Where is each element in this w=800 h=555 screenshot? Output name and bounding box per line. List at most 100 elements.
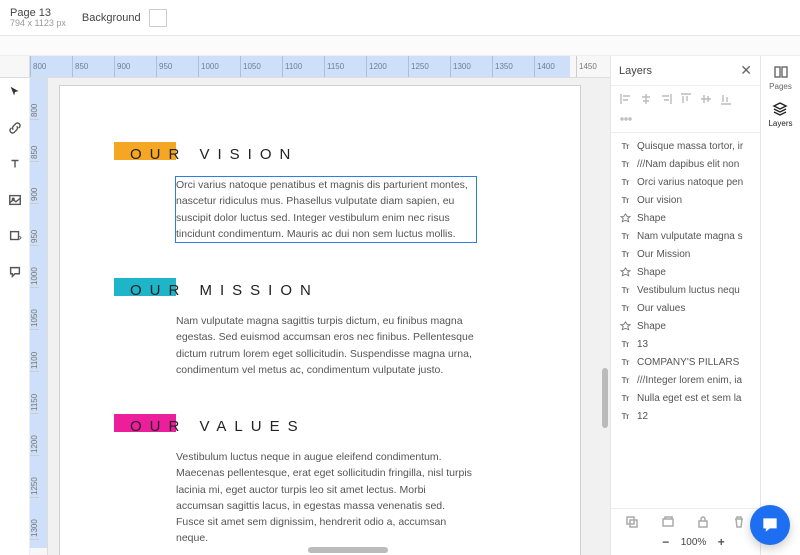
layer-item[interactable]: Tᴛ Nam vulputate magna s: [611, 227, 760, 245]
layer-item[interactable]: Shape: [611, 317, 760, 335]
group-icon[interactable]: [661, 515, 675, 529]
section-values[interactable]: OUR VALUES Vestibulum luctus neque in aug…: [130, 418, 510, 547]
layer-label: Shape: [637, 321, 666, 332]
background-label: Background: [82, 12, 141, 24]
ruler-tick: 1050: [30, 288, 39, 330]
canvas-vertical-scrollbar[interactable]: [602, 78, 608, 529]
background-color-swatch[interactable]: [149, 9, 167, 27]
zoom-in-button[interactable]: +: [714, 535, 728, 549]
zoom-out-button[interactable]: −: [659, 535, 673, 549]
rail-pages-label: Pages: [769, 82, 792, 91]
section-body-text[interactable]: Vestibulum luctus neque in augue eleifen…: [176, 449, 476, 547]
page-info: Page 13 794 x 1123 px: [10, 7, 66, 29]
close-panel-button[interactable]: ✕: [740, 62, 752, 79]
text-icon: Tᴛ: [619, 284, 631, 296]
align-left-icon[interactable]: [619, 92, 633, 106]
zoom-value[interactable]: 100%: [681, 537, 707, 548]
chat-fab[interactable]: [750, 505, 790, 545]
layer-item[interactable]: Tᴛ Vestibulum luctus nequ: [611, 281, 760, 299]
rail-pages[interactable]: Pages: [769, 64, 792, 91]
layer-label: Nulla eget est et sem la: [637, 393, 742, 404]
text-icon: Tᴛ: [619, 194, 631, 206]
link-tool[interactable]: [5, 118, 25, 138]
shape-tool[interactable]: [5, 226, 25, 246]
layer-label: 13: [637, 339, 648, 350]
section-vision[interactable]: OUR VISION Orci varius natoque penatibus …: [130, 146, 510, 242]
select-tool[interactable]: [5, 82, 25, 102]
canvas-horizontal-scrollbar[interactable]: [48, 547, 600, 553]
layer-label: Vestibulum luctus nequ: [637, 285, 740, 296]
shape-icon: [619, 266, 631, 278]
image-tool[interactable]: [5, 190, 25, 210]
layer-label: Orci varius natoque pen: [637, 177, 743, 188]
align-top-icon[interactable]: [679, 92, 693, 106]
page-document[interactable]: OUR VISION Orci varius natoque penatibus …: [60, 86, 580, 555]
layer-item[interactable]: TᴛOur Mission: [611, 245, 760, 263]
layer-item[interactable]: Shape: [611, 263, 760, 281]
layer-item[interactable]: Tᴛ///Nam dapibus elit non: [611, 155, 760, 173]
section-heading[interactable]: OUR MISSION: [130, 282, 510, 299]
canvas[interactable]: OUR VISION Orci varius natoque penatibus …: [48, 78, 610, 555]
text-icon: Tᴛ: [619, 302, 631, 314]
text-tool[interactable]: [5, 154, 25, 174]
layer-label: COMPANY'S PILLARS: [637, 357, 739, 368]
rail-layers-label: Layers: [768, 119, 792, 128]
align-center-v-icon[interactable]: [699, 92, 713, 106]
horizontal-ruler[interactable]: 8008509009501000105011001150120012501300…: [30, 56, 610, 78]
ruler-tick: 1300: [30, 498, 39, 540]
layer-item[interactable]: Tᴛ Orci varius natoque pen: [611, 173, 760, 191]
lock-icon[interactable]: [696, 515, 710, 529]
layer-item[interactable]: Tᴛ ///Integer lorem enim, ia: [611, 371, 760, 389]
align-toolbar: [611, 86, 760, 133]
layer-item[interactable]: TᴛOur values: [611, 299, 760, 317]
text-icon: Tᴛ: [619, 158, 631, 170]
ruler-tick: 1250: [30, 456, 39, 498]
duplicate-icon[interactable]: [625, 515, 639, 529]
layer-item[interactable]: Tᴛ Nulla eget est et sem la: [611, 389, 760, 407]
layer-item[interactable]: TᴛQuisque massa tortor, ir: [611, 137, 760, 155]
section-heading[interactable]: OUR VALUES: [130, 418, 510, 435]
layer-item[interactable]: Tᴛ13: [611, 335, 760, 353]
section-body-text[interactable]: Orci varius natoque penatibus et magnis …: [176, 177, 476, 242]
rail-layers[interactable]: Layers: [768, 101, 792, 128]
right-rail: Pages Layers: [760, 56, 800, 555]
layer-item[interactable]: TᴛOur vision: [611, 191, 760, 209]
ruler-tick: 850: [30, 120, 39, 162]
align-right-icon[interactable]: [659, 92, 673, 106]
ruler-tick: 800: [30, 78, 39, 120]
layer-label: ///Integer lorem enim, ia: [637, 375, 742, 386]
layer-label: Nam vulputate magna s: [637, 231, 743, 242]
page-dimensions: 794 x 1123 px: [10, 19, 66, 29]
vertical-ruler[interactable]: 8008509009501000105011001150120012501300: [30, 78, 48, 555]
section-heading[interactable]: OUR VISION: [130, 146, 510, 163]
canvas-area: 8008509009501000105011001150120012501300…: [30, 56, 610, 555]
align-center-h-icon[interactable]: [639, 92, 653, 106]
layer-item[interactable]: Tᴛ COMPANY'S PILLARS: [611, 353, 760, 371]
text-icon: Tᴛ: [619, 374, 631, 386]
align-bottom-icon[interactable]: [719, 92, 733, 106]
text-icon: Tᴛ: [619, 392, 631, 404]
text-icon: Tᴛ: [619, 176, 631, 188]
text-icon: Tᴛ: [619, 248, 631, 260]
comment-tool[interactable]: [5, 262, 25, 282]
text-icon: Tᴛ: [619, 356, 631, 368]
delete-icon[interactable]: [732, 515, 746, 529]
distribute-icon[interactable]: [619, 112, 633, 126]
ruler-tick: 1450: [576, 56, 610, 78]
ruler-tick: 900: [30, 162, 39, 204]
layers-title: Layers: [619, 65, 652, 77]
page-title: Page 13: [10, 7, 66, 19]
zoom-controls: − 100% +: [619, 535, 752, 549]
secondary-toolbar: [0, 36, 800, 56]
section-mission[interactable]: OUR MISSION Nam vulputate magna sagittis …: [130, 282, 510, 378]
text-icon: Tᴛ: [619, 230, 631, 242]
section-body-text[interactable]: Nam vulputate magna sagittis turpis dict…: [176, 313, 476, 378]
layer-item[interactable]: Shape: [611, 209, 760, 227]
ruler-tick: 1150: [30, 372, 39, 414]
layer-list[interactable]: TᴛQuisque massa tortor, irTᴛ///Nam dapib…: [611, 133, 760, 508]
layer-label: Shape: [637, 213, 666, 224]
ruler-tick: 1200: [30, 414, 39, 456]
left-toolbox: [0, 56, 30, 555]
ruler-corner: [0, 56, 30, 78]
layer-item[interactable]: Tᴛ12: [611, 407, 760, 425]
